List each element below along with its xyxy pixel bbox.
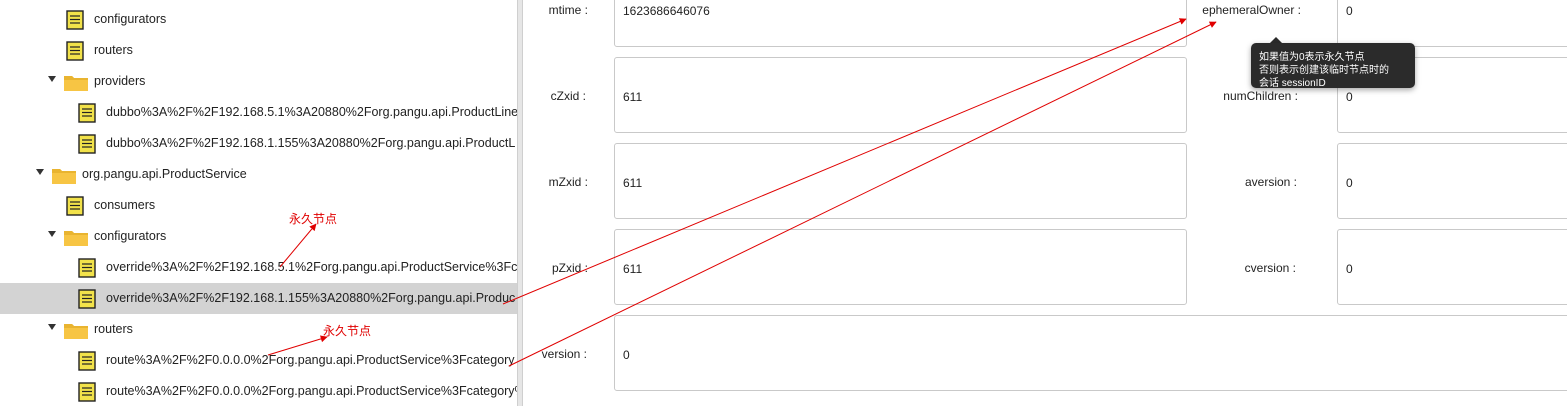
ephemeral-owner-field[interactable]: 0 bbox=[1337, 0, 1567, 47]
tree-row[interactable]: configurators bbox=[0, 221, 517, 252]
document-icon bbox=[66, 10, 84, 33]
ephemeral-owner-tooltip: 如果值为0表示永久节点 否则表示创建该临时节点时的 会话 sessionID bbox=[1251, 43, 1415, 89]
mzxid-label: mZxid : bbox=[548, 175, 588, 189]
tree-node-label: override%3A%2F%2F192.168.5.1%2Forg.pangu… bbox=[106, 260, 517, 274]
folder-icon bbox=[51, 165, 77, 188]
document-icon bbox=[66, 41, 84, 64]
tree-node-label: dubbo%3A%2F%2F192.168.5.1%3A20880%2Forg.… bbox=[106, 105, 517, 119]
version-value: 0 bbox=[623, 348, 630, 362]
num-children-value: 0 bbox=[1346, 90, 1353, 104]
ephemeral-owner-value: 0 bbox=[1346, 4, 1353, 18]
mtime-value: 1623686646076 bbox=[623, 4, 710, 18]
tree-node-label: routers bbox=[94, 43, 133, 57]
tree-node-label: configurators bbox=[94, 229, 167, 243]
document-icon bbox=[78, 258, 96, 281]
tree-node-label: org.pangu.api.ProductService bbox=[82, 167, 247, 181]
mzxid-field[interactable]: 611 bbox=[614, 143, 1187, 219]
folder-icon bbox=[63, 227, 89, 250]
tooltip-line: 如果值为0表示永久节点 bbox=[1259, 52, 1365, 63]
expand-triangle-icon[interactable] bbox=[48, 231, 56, 237]
zookeeper-node-tree: configurators routers providers dubbo%3A… bbox=[0, 0, 517, 406]
document-icon bbox=[78, 103, 96, 126]
version-label: version : bbox=[541, 347, 587, 361]
aversion-value: 0 bbox=[1346, 176, 1353, 190]
tree-node-label: override%3A%2F%2F192.168.1.155%3A20880%2… bbox=[106, 291, 516, 305]
czxid-label: cZxid : bbox=[550, 89, 586, 103]
cversion-field[interactable]: 0 bbox=[1337, 229, 1567, 305]
tooltip-line: 会话 sessionID bbox=[1259, 78, 1326, 89]
tree-node-label: routers bbox=[94, 322, 133, 336]
tooltip-line: 否则表示创建该临时节点时的 bbox=[1259, 65, 1389, 76]
folder-icon bbox=[63, 320, 89, 343]
mzxid-value: 611 bbox=[623, 176, 643, 190]
tree-row[interactable]: dubbo%3A%2F%2F192.168.1.155%3A20880%2For… bbox=[0, 128, 517, 159]
tree-node-label: consumers bbox=[94, 198, 156, 212]
mtime-field[interactable]: 1623686646076 bbox=[614, 0, 1187, 47]
tree-row[interactable]: route%3A%2F%2F0.0.0.0%2Forg.pangu.api.Pr… bbox=[0, 376, 517, 406]
pzxid-value: 611 bbox=[623, 262, 643, 276]
aversion-field[interactable]: 0 bbox=[1337, 143, 1567, 219]
tree-node-label: configurators bbox=[94, 12, 167, 26]
czxid-field[interactable]: 611 bbox=[614, 57, 1187, 133]
document-icon bbox=[66, 196, 84, 219]
tree-row[interactable]: route%3A%2F%2F0.0.0.0%2Forg.pangu.api.Pr… bbox=[0, 345, 517, 376]
tree-row[interactable]: routers bbox=[0, 35, 517, 66]
pzxid-field[interactable]: 611 bbox=[614, 229, 1187, 305]
cversion-label: cversion : bbox=[1244, 261, 1296, 275]
tree-row[interactable]: providers bbox=[0, 66, 517, 97]
expand-triangle-icon[interactable] bbox=[48, 76, 56, 82]
document-icon bbox=[78, 351, 96, 374]
tree-node-label: dubbo%3A%2F%2F192.168.1.155%3A20880%2For… bbox=[106, 136, 516, 150]
tree-node-label: route%3A%2F%2F0.0.0.0%2Forg.pangu.api.Pr… bbox=[106, 353, 515, 367]
pzxid-label: pZxid : bbox=[551, 261, 588, 275]
document-icon bbox=[78, 134, 96, 157]
tree-node-label: route%3A%2F%2F0.0.0.0%2Forg.pangu.api.Pr… bbox=[106, 384, 517, 398]
annotation-note: 永久节点 bbox=[323, 324, 372, 338]
tree-row[interactable]: org.pangu.api.ProductService bbox=[0, 159, 517, 190]
expand-triangle-icon[interactable] bbox=[48, 324, 56, 330]
document-icon bbox=[78, 289, 96, 312]
ephemeral-owner-label: ephemeralOwner : bbox=[1202, 3, 1301, 17]
tree-row[interactable]: configurators bbox=[0, 4, 517, 35]
tree-row[interactable]: routers bbox=[0, 314, 517, 345]
czxid-value: 611 bbox=[623, 90, 643, 104]
num-children-label: numChildren : bbox=[1223, 89, 1298, 103]
annotation-note: 永久节点 bbox=[289, 212, 338, 226]
version-field[interactable]: 0 bbox=[614, 315, 1567, 391]
tree-row[interactable]: dubbo%3A%2F%2F192.168.5.1%3A20880%2Forg.… bbox=[0, 97, 517, 128]
expand-triangle-icon[interactable] bbox=[36, 169, 44, 175]
tree-row[interactable]: consumers bbox=[0, 190, 517, 221]
document-icon bbox=[78, 382, 96, 405]
folder-icon bbox=[63, 72, 89, 95]
tree-row-selected[interactable]: override%3A%2F%2F192.168.1.155%3A20880%2… bbox=[0, 283, 517, 314]
aversion-label: aversion : bbox=[1244, 175, 1297, 189]
tree-node-label: providers bbox=[94, 74, 146, 88]
cversion-value: 0 bbox=[1346, 262, 1353, 276]
mtime-label: mtime : bbox=[548, 3, 588, 17]
tree-row[interactable]: override%3A%2F%2F192.168.5.1%2Forg.pangu… bbox=[0, 252, 517, 283]
